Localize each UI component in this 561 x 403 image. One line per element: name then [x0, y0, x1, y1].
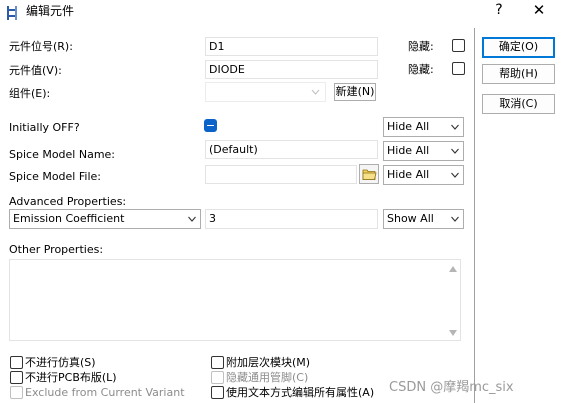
text-edit-all-label: 使用文本方式编辑所有属性(A) — [226, 386, 375, 399]
group-select[interactable] — [205, 82, 326, 102]
watermark: CSDN @摩羯mc_six — [389, 380, 514, 395]
no-pcb-checkbox[interactable] — [10, 371, 23, 384]
exclude-variant-checkbox — [10, 386, 23, 399]
spice-model-name-input[interactable]: (Default) — [205, 140, 378, 159]
chevron-down-icon — [451, 216, 459, 222]
ok-button[interactable]: 确定(O) — [482, 37, 555, 58]
chevron-down-icon — [451, 148, 459, 154]
scroll-down-icon[interactable] — [449, 330, 457, 336]
folder-icon — [362, 169, 377, 180]
no-simulate-label: 不进行仿真(S) — [25, 356, 96, 369]
attach-hier-checkbox[interactable] — [211, 356, 224, 369]
ref-label: 元件位号(R): — [9, 40, 73, 53]
advanced-property-value: Emission Coefficient — [13, 212, 125, 225]
help-icon[interactable]: ? — [488, 0, 510, 20]
spice-model-file-input[interactable] — [205, 165, 357, 184]
advanced-property-select[interactable]: Emission Coefficient — [9, 209, 201, 229]
value-label: 元件值(V): — [9, 64, 62, 77]
other-properties-textarea[interactable] — [9, 259, 461, 341]
chevron-down-icon — [311, 89, 320, 95]
advanced-value-input[interactable]: 3 — [205, 209, 378, 229]
hide-common-pins-checkbox — [211, 371, 224, 384]
hide-ref-label: 隐藏: — [408, 40, 434, 53]
browse-button[interactable] — [359, 164, 379, 184]
initially-off-visibility-select[interactable]: Hide All — [383, 117, 464, 137]
divider — [474, 28, 475, 403]
hide-ref-checkbox[interactable] — [452, 39, 465, 52]
spice-model-name-visibility-value: Hide All — [387, 144, 430, 157]
chevron-down-icon — [188, 216, 196, 222]
title-bar — [0, 0, 561, 28]
window-title: 编辑元件 — [26, 4, 75, 18]
close-icon[interactable]: ✕ — [528, 0, 550, 20]
ref-input[interactable]: D1 — [205, 37, 378, 56]
value-input[interactable]: DIODE — [205, 60, 378, 79]
advanced-properties-label: Advanced Properties: — [9, 195, 127, 208]
hide-value-label: 隐藏: — [408, 63, 434, 76]
app-icon — [7, 6, 17, 20]
spice-model-name-visibility-select[interactable]: Hide All — [383, 141, 464, 161]
spice-model-name-label: Spice Model Name: — [9, 148, 116, 161]
help-button[interactable]: 帮助(H) — [482, 64, 555, 84]
exclude-variant-label: Exclude from Current Variant — [25, 386, 185, 399]
new-button[interactable]: 新建(N) — [334, 83, 376, 101]
initially-off-label: Initially OFF? — [9, 121, 80, 134]
other-properties-label: Other Properties: — [9, 243, 104, 256]
cancel-button[interactable]: 取消(C) — [482, 94, 555, 114]
advanced-visibility-value: Show All — [387, 212, 434, 225]
group-label: 组件(E): — [9, 87, 51, 100]
chevron-down-icon — [451, 124, 459, 130]
hide-value-checkbox[interactable] — [452, 62, 465, 75]
spice-model-file-label: Spice Model File: — [9, 170, 101, 183]
no-pcb-label: 不进行PCB布版(L) — [25, 371, 117, 384]
scroll-up-icon[interactable] — [449, 266, 457, 272]
initially-off-visibility-value: Hide All — [387, 120, 430, 133]
no-simulate-checkbox[interactable] — [10, 356, 23, 369]
hide-common-pins-label: 隐藏通用管脚(C) — [226, 371, 309, 384]
spice-model-file-visibility-value: Hide All — [387, 168, 430, 181]
text-edit-all-checkbox[interactable] — [211, 386, 224, 399]
chevron-down-icon — [451, 172, 459, 178]
advanced-visibility-select[interactable]: Show All — [383, 209, 464, 229]
initially-off-toggle[interactable] — [204, 119, 217, 132]
attach-hier-label: 附加层次模块(M) — [226, 356, 311, 369]
spice-model-file-visibility-select[interactable]: Hide All — [383, 165, 464, 185]
